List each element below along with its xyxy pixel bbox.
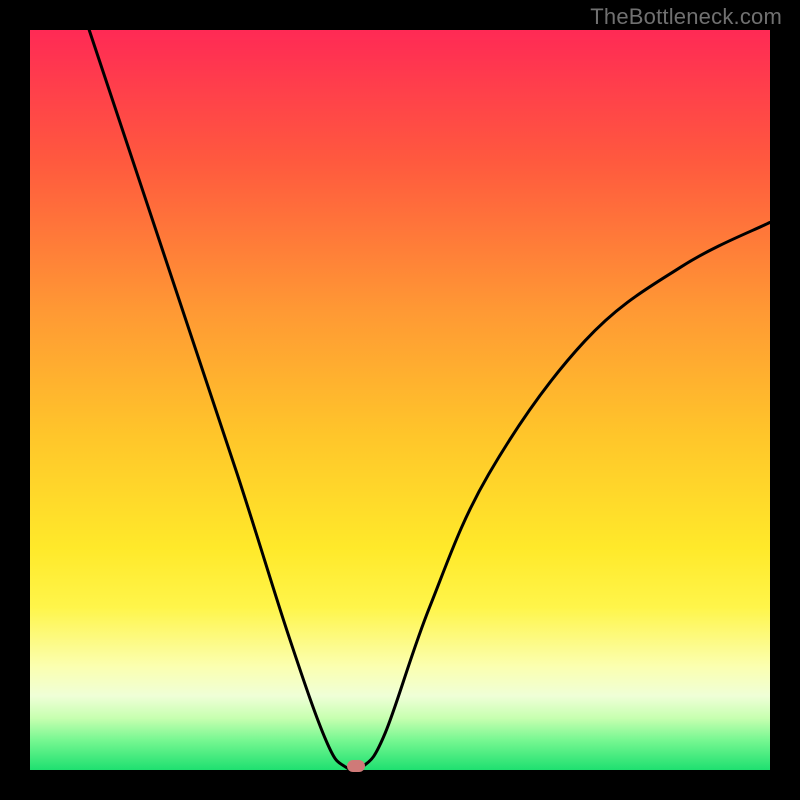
plot-area — [30, 30, 770, 770]
watermark-text: TheBottleneck.com — [590, 4, 782, 30]
curve-svg — [30, 30, 770, 770]
bottleneck-curve — [89, 30, 770, 770]
optimal-point-marker — [347, 760, 365, 772]
chart-frame: TheBottleneck.com — [0, 0, 800, 800]
